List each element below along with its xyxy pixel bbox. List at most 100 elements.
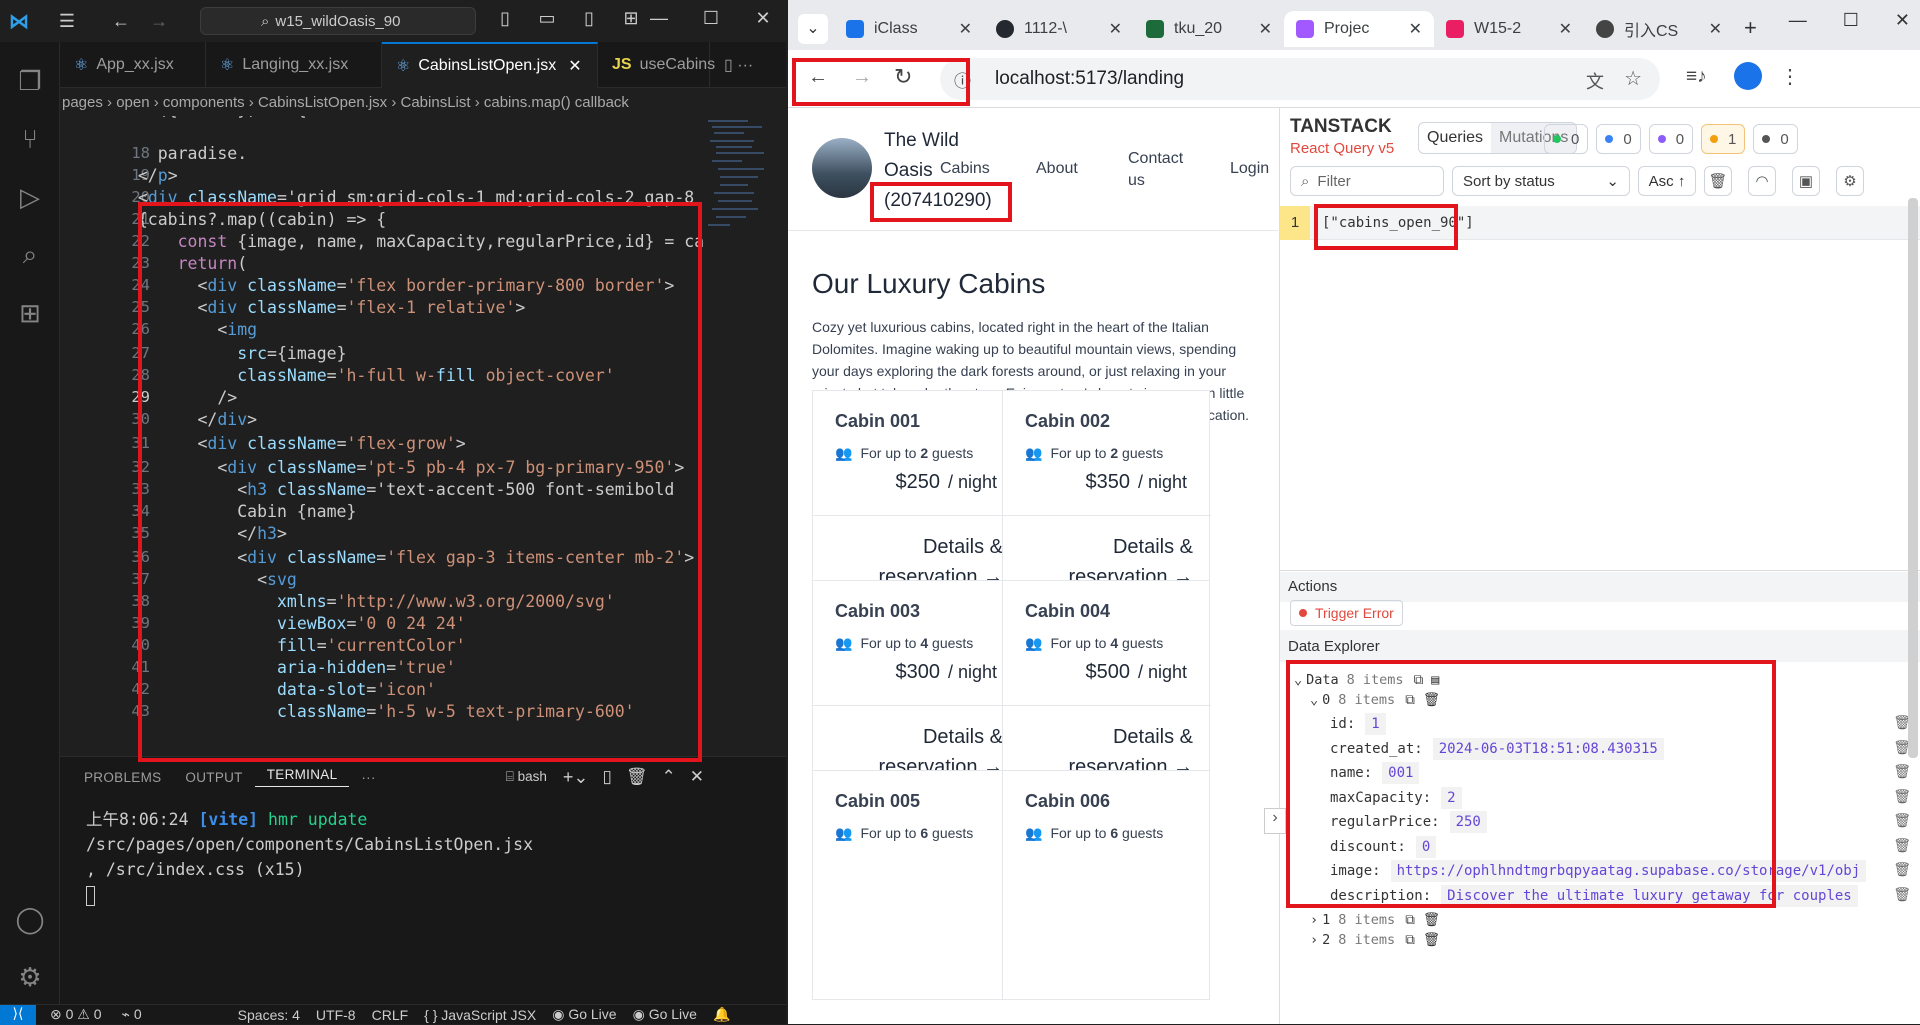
trash-icon[interactable]: 🗑	[1893, 837, 1911, 854]
toggle-secondary-icon[interactable]: ▯	[570, 8, 608, 29]
sort-select[interactable]: Sort by status ⌄	[1452, 166, 1630, 196]
toggle-sidebar-icon[interactable]: ▯	[486, 8, 524, 29]
settings-gear-icon[interactable]: ⚙	[0, 948, 60, 1006]
command-search[interactable]: ⌕ w15_wildOasis_90	[200, 7, 476, 35]
item-node[interactable]: › 28 items ⧉ 🗑	[1310, 932, 1440, 948]
scrollbar[interactable]	[1908, 198, 1918, 758]
maximize-icon[interactable]: ☐	[692, 8, 730, 29]
indent-setting[interactable]: Spaces: 4	[238, 1007, 300, 1023]
menu-icon[interactable]: ⋮	[1780, 64, 1800, 89]
react-query-devtools: TANSTACK React Query v5 Queries Mutation…	[1264, 108, 1920, 1024]
go-live-button-2[interactable]: ◉ Go Live	[633, 1006, 697, 1023]
tab-close-icon[interactable]: ✕	[1709, 19, 1722, 39]
chevron-up-icon[interactable]: ⌃	[661, 767, 675, 787]
trash-icon[interactable]: 🗑	[1893, 788, 1911, 805]
tab-output[interactable]: OUTPUT	[173, 770, 254, 785]
bookmark-star-icon[interactable]: ☆	[1624, 66, 1642, 91]
settings-gear-icon[interactable]: ⚙	[1836, 166, 1864, 196]
menu-icon[interactable]: ☰	[48, 11, 86, 32]
site-logo[interactable]	[812, 138, 872, 198]
more-icon[interactable]: ···	[349, 770, 387, 785]
tab-landing[interactable]: ⚛ Langing_xx.jsx	[206, 42, 382, 88]
address-bar[interactable]: ⓘ localhost:5173/landing 文 ☆	[940, 58, 1660, 100]
source-control-icon[interactable]: ⑂	[0, 110, 60, 168]
kill-terminal-icon[interactable]: 🗑	[626, 767, 648, 787]
toggle-panel-icon[interactable]: ▭	[528, 8, 566, 29]
minimap[interactable]	[702, 116, 772, 266]
tab-close-icon[interactable]: ✕	[1259, 19, 1272, 39]
url-text: localhost:5173/landing	[995, 68, 1185, 89]
nav-login[interactable]: Login	[1230, 160, 1269, 178]
terminal-output[interactable]: 上午8:06:24 [vite] hmr update /src/pages/o…	[60, 797, 786, 916]
go-live-button[interactable]: ◉ Go Live	[552, 1006, 616, 1023]
new-terminal-icon[interactable]: +⌄	[563, 767, 589, 788]
line-ending[interactable]: CRLF	[372, 1007, 409, 1023]
tab-usecabins[interactable]: JS useCabins	[598, 42, 715, 88]
remote-icon[interactable]: ⟩⟨	[0, 1004, 36, 1025]
split-editor-icon[interactable]: ▯ ···	[710, 42, 767, 88]
browser-tab[interactable]: W15-2 ✕	[1434, 11, 1584, 47]
cabin-name: Cabin 003	[835, 601, 921, 621]
language-mode[interactable]: { } JavaScript JSX	[424, 1007, 536, 1023]
close-icon[interactable]: ✕	[744, 8, 782, 29]
tab-terminal[interactable]: TERMINAL	[254, 767, 350, 787]
account-icon[interactable]: ◯	[0, 890, 60, 948]
trigger-error-button[interactable]: Trigger Error	[1290, 600, 1403, 626]
minimize-icon[interactable]: —	[640, 8, 678, 29]
trash-icon[interactable]: 🗑	[1893, 861, 1911, 878]
browser-tab[interactable]: iClass ✕	[834, 11, 984, 47]
problems-count[interactable]: ⊗ 0 ⚠ 0	[50, 1006, 102, 1023]
browser-tab[interactable]: 1112-\ ✕	[984, 11, 1134, 47]
terminal-shell[interactable]: ⌸ bash	[506, 769, 547, 785]
tab-queries[interactable]: Queries	[1419, 129, 1491, 147]
clear-cache-icon[interactable]: 🗑	[1704, 166, 1732, 196]
terminal-line: , /src/index.css (x15)	[86, 860, 305, 879]
back-icon[interactable]: ←	[102, 11, 140, 32]
tab-cabinslistopen[interactable]: ⚛ CabinsListOpen.jsx ✕	[382, 42, 598, 88]
maximize-icon[interactable]: ☐	[1843, 10, 1859, 31]
collapse-chevron-icon[interactable]: ›	[1264, 808, 1286, 834]
tab-close-icon[interactable]: ✕	[1409, 19, 1422, 39]
close-icon[interactable]: ✕	[1895, 10, 1910, 31]
tab-close-icon[interactable]: ✕	[1559, 19, 1572, 39]
trash-icon[interactable]: 🗑	[1893, 763, 1911, 780]
wifi-icon[interactable]: ◠	[1748, 166, 1776, 196]
nav-contact[interactable]: Contact us	[1128, 148, 1198, 192]
trash-icon[interactable]: 🗑	[1893, 886, 1911, 903]
encoding[interactable]: UTF-8	[316, 1007, 356, 1023]
nav-about[interactable]: About	[1036, 160, 1078, 178]
trash-icon[interactable]: 🗑	[1893, 812, 1911, 829]
notifications-icon[interactable]: 🔔	[713, 1006, 730, 1023]
minimize-icon[interactable]: —	[1789, 10, 1807, 31]
item-node[interactable]: › 18 items ⧉ 🗑	[1310, 912, 1440, 928]
tab-app[interactable]: ⚛ App_xx.jsx	[60, 42, 206, 88]
tab-search-icon[interactable]: ⌄	[798, 14, 828, 44]
extensions-icon[interactable]: ⊞	[0, 284, 60, 342]
translate-icon[interactable]: 文	[1586, 68, 1604, 94]
activity-bar: ❐ ⑂ ▷ ⌕ ⊞ ◯ ⚙	[0, 42, 60, 1004]
tab-problems[interactable]: PROBLEMS	[72, 770, 173, 785]
sort-direction-button[interactable]: Asc ↑	[1638, 166, 1696, 196]
new-tab-icon[interactable]: +	[1744, 15, 1757, 41]
close-panel-icon[interactable]: ✕	[690, 767, 704, 787]
browser-tab[interactable]: 引入CS ✕	[1584, 11, 1734, 47]
search-icon[interactable]: ⌕	[0, 226, 60, 284]
cabin-name: Cabin 002	[1025, 411, 1111, 431]
tab-close-icon[interactable]: ✕	[1109, 19, 1122, 39]
breadcrumb[interactable]: pages › open › components › CabinsListOp…	[60, 88, 786, 116]
browser-tab[interactable]: tku_20 ✕	[1134, 11, 1284, 47]
explorer-icon[interactable]: ❐	[0, 52, 60, 110]
ports-count[interactable]: ⌁ 0	[122, 1006, 142, 1023]
forward-icon[interactable]: →	[140, 11, 178, 32]
profile-avatar[interactable]	[1734, 62, 1762, 90]
tab-close-icon[interactable]: ✕	[959, 19, 972, 39]
panel-position-icon[interactable]: ▣	[1792, 166, 1820, 196]
filter-input[interactable]: ⌕ Filter	[1290, 166, 1444, 196]
run-debug-icon[interactable]: ▷	[0, 168, 60, 226]
cabin-price: $300/ night	[895, 661, 997, 683]
split-terminal-icon[interactable]: ▯	[603, 767, 612, 787]
cabin-guests: 👥 For up to 6 guests	[835, 825, 974, 841]
nav-cabins[interactable]: Cabins	[940, 160, 990, 178]
browser-tab-active[interactable]: Projec ✕	[1284, 11, 1434, 47]
media-icon[interactable]: ≡♪	[1686, 66, 1707, 88]
